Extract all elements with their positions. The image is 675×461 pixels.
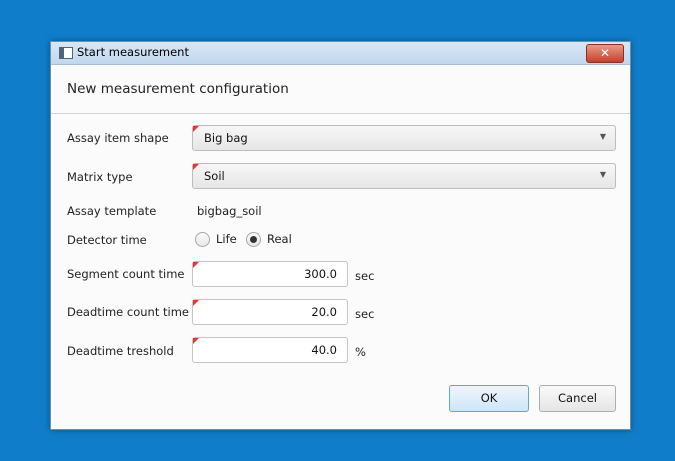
dialog-header: New measurement configuration <box>67 81 289 97</box>
segment-count-time-unit: sec <box>355 269 375 283</box>
required-marker <box>193 126 199 132</box>
start-measurement-dialog: Start measurement ✕ New measurement conf… <box>50 41 631 430</box>
chevron-down-icon: ▼ <box>599 132 606 141</box>
detector-time-real-option[interactable]: Real <box>246 232 296 248</box>
required-marker <box>193 338 199 344</box>
assay-template-label: Assay template <box>67 204 157 218</box>
matrix-type-value: Soil <box>204 169 225 183</box>
ok-button[interactable]: OK <box>449 385 529 412</box>
life-radio-label: Life <box>216 232 237 246</box>
cancel-button[interactable]: Cancel <box>539 385 616 412</box>
detector-time-life-option[interactable]: Life <box>195 232 245 248</box>
deadtime-count-time-label: Deadtime count time <box>67 305 189 319</box>
assay-item-shape-label: Assay item shape <box>67 131 169 145</box>
window-title: Start measurement <box>77 45 189 59</box>
header-divider <box>51 113 630 114</box>
deadtime-treshold-field[interactable] <box>192 337 348 363</box>
segment-count-time-input[interactable] <box>193 262 342 286</box>
required-marker <box>193 164 199 170</box>
real-radio[interactable] <box>246 232 261 247</box>
real-radio-label: Real <box>267 232 292 246</box>
required-marker <box>193 300 199 306</box>
close-icon: ✕ <box>599 46 611 60</box>
deadtime-treshold-input[interactable] <box>193 338 342 362</box>
window-app-icon <box>59 47 73 59</box>
assay-item-shape-value: Big bag <box>204 131 248 145</box>
segment-count-time-field[interactable] <box>192 261 348 287</box>
deadtime-treshold-unit: % <box>355 345 366 359</box>
deadtime-count-time-unit: sec <box>355 307 375 321</box>
matrix-type-label: Matrix type <box>67 170 133 184</box>
required-marker <box>193 262 199 268</box>
assay-item-shape-dropdown[interactable]: Big bag ▼ <box>192 125 616 151</box>
close-button[interactable]: ✕ <box>586 44 624 63</box>
assay-template-value: bigbag_soil <box>197 204 262 218</box>
segment-count-time-label: Segment count time <box>67 267 185 281</box>
detector-time-label: Detector time <box>67 233 147 247</box>
matrix-type-dropdown[interactable]: Soil ▼ <box>192 163 616 189</box>
chevron-down-icon: ▼ <box>599 170 606 179</box>
deadtime-count-time-input[interactable] <box>193 300 342 324</box>
life-radio[interactable] <box>195 232 210 247</box>
deadtime-treshold-label: Deadtime treshold <box>67 344 174 358</box>
deadtime-count-time-field[interactable] <box>192 299 348 325</box>
title-bar[interactable]: Start measurement ✕ <box>51 42 630 65</box>
